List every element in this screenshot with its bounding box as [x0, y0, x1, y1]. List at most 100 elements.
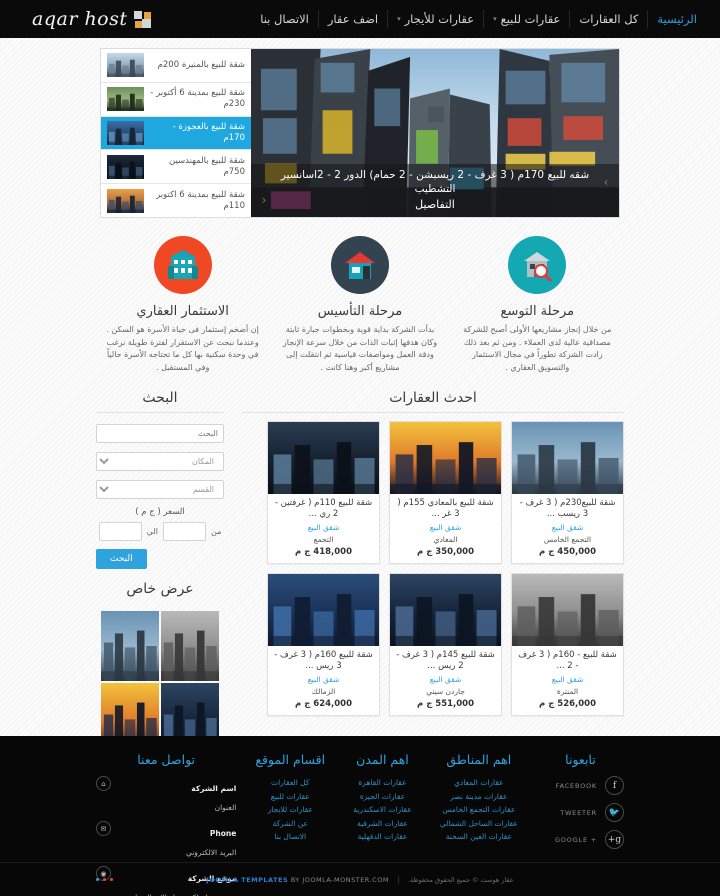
slide-details-link[interactable]: التفاصيل — [273, 198, 597, 212]
footer-bottom-bar: عقار هوست © جميع الحقوق محفوظة. JOOMLA T… — [0, 862, 720, 896]
section-select[interactable]: القسم — [96, 480, 224, 499]
special-offer-image[interactable] — [101, 611, 159, 681]
slider-list-item-label: شقة للبيع بالمهندسين 750م — [168, 155, 245, 177]
feature-block-3: الاستثمار العقاري إن أضخم إستثمار فى حيا… — [96, 236, 269, 374]
footer-social-row[interactable]: f FACEBOOK — [537, 776, 624, 795]
footer-city-link[interactable]: عقارات الدقهلية — [344, 830, 421, 844]
feature-block-2: مرحلة التأسيس بدأت الشركة بداية قوية وبخ… — [273, 236, 446, 374]
property-card[interactable]: شقة للبيع 110م ( غرفتين - 2 ري ... شقق ا… — [267, 421, 380, 564]
footer-city-link[interactable]: عقارات الاسكندرية — [344, 803, 421, 817]
slider-main-slide[interactable]: › ‹ شقه للبيع 170م ( 3 غرف - 2 ريسبشن - … — [251, 49, 619, 217]
footer-area-link[interactable]: عقارات المعادي — [431, 776, 527, 790]
property-card-image — [512, 422, 623, 494]
property-card[interactable]: شقة للبيع230م ( 3 غرف - 3 ريسب ... شقق ا… — [511, 421, 624, 564]
footer-follow-heading: تابعونا — [565, 752, 596, 767]
nav-item-1[interactable]: الرئيسية — [647, 10, 706, 28]
site-logo[interactable]: aqar host — [14, 8, 151, 30]
footer-section-link[interactable]: كل العقارات — [246, 776, 334, 790]
property-card-grid: شقة للبيع230م ( 3 غرف - 3 ريسب ... شقق ا… — [242, 421, 624, 716]
slide-caption-title: شقه للبيع 170م ( 3 غرف - 2 ريسبشن - 2 حم… — [280, 169, 590, 195]
property-card[interactable]: شقة للبيع 145م ( 3 غرف - 2 ريس ... شقق ا… — [389, 573, 502, 716]
facebook-icon[interactable]: f — [605, 776, 624, 795]
property-card[interactable]: شقة للبيع بالمعادي 155م ( 3 غر ... شقق ا… — [389, 421, 502, 564]
joomla-credit[interactable]: JOOMLA TEMPLATES BY JOOMLA-MONSTER.COM — [206, 875, 399, 884]
property-card-name: شقة للبيع230م ( 3 غرف - 3 ريسب ... — [519, 498, 616, 519]
home-icon: ⌂ — [95, 776, 111, 791]
footer-social-row[interactable]: 🐦 TWEETER — [537, 803, 624, 822]
mail-icon: ✉ — [95, 821, 111, 836]
price-from-label: من — [210, 527, 222, 536]
nav-item-5[interactable]: اضف عقار — [317, 10, 387, 28]
slider-list-item[interactable]: شقة للبيع بالمنيرة 200م — [101, 49, 251, 83]
slider-list-thumb-image — [107, 188, 144, 213]
footer-area-link[interactable]: عقارات مدينة نصر — [431, 790, 527, 804]
property-card-price: 350,000 ج م — [417, 547, 474, 557]
footer-dot — [110, 878, 113, 881]
property-card-type[interactable]: شقق البيع — [273, 523, 374, 532]
feature-icon-circle — [153, 236, 212, 294]
footer-contact-row: Phone البريد الالكتروني ✉ — [95, 821, 236, 859]
twitter-icon[interactable]: 🐦 — [605, 803, 624, 822]
feature-block-1: مرحلة التوسع من خلال إنجاز مشاريعها الأو… — [451, 236, 624, 374]
nav-item-label: الاتصال بنا — [260, 12, 309, 26]
slider-list-item[interactable]: شقة للبيع بمدينة 6 اكتوبر 110م — [101, 184, 251, 217]
footer-area-link[interactable]: عقارات الساحل الشمالي — [431, 817, 527, 831]
property-card-body: شقة للبيع 160م ( 3 غرف - 3 ريس ... شقق ا… — [268, 646, 379, 715]
property-card-type[interactable]: شقق البيع — [517, 523, 618, 532]
place-select[interactable]: المكان — [96, 452, 224, 471]
footer-city-link[interactable]: عقارات الشرقية — [344, 817, 421, 831]
property-card-price: 450,000 ج م — [539, 547, 596, 557]
property-card-type[interactable]: شقق البيع — [517, 675, 618, 684]
price-to-input[interactable] — [98, 522, 142, 541]
property-card-body: شقة للبيع - 160م ( 3 غرف - 2 ... شقق الب… — [512, 646, 623, 715]
slider-list-thumb-image — [107, 154, 144, 179]
nav-item-4[interactable]: عقارات للأيجار ▾ — [387, 10, 483, 28]
footer-city-link[interactable]: عقارات الجيزة — [344, 790, 421, 804]
property-card-price: 418,000 ج م — [295, 547, 352, 557]
googleplus-icon[interactable]: g+ — [605, 830, 624, 849]
slider-list-item[interactable]: شقة للبيع بمدينة 6 أكتوبر - 230م — [101, 83, 251, 117]
price-to-label: الي — [146, 527, 158, 536]
nav-item-3[interactable]: عقارات للبيع ▾ — [483, 10, 569, 28]
property-card-image — [390, 574, 501, 646]
property-card-price: 526,000 ج م — [539, 699, 596, 709]
building-icon — [167, 250, 198, 279]
features-section: مرحلة التوسع من خلال إنجاز مشاريعها الأو… — [0, 218, 720, 386]
property-card-type[interactable]: شقق البيع — [395, 523, 496, 532]
price-from-input[interactable] — [162, 522, 206, 541]
footer-area-link[interactable]: عقارات العين السخنة — [431, 830, 527, 844]
property-card[interactable]: شقة للبيع 160م ( 3 غرف - 3 ريس ... شقق ا… — [267, 573, 380, 716]
footer-cities-heading: اهم المدن — [356, 752, 409, 767]
nav-item-6[interactable]: الاتصال بنا — [251, 10, 318, 28]
chevron-down-icon: ▾ — [397, 15, 401, 23]
property-card-name: شقة للبيع 110م ( غرفتين - 2 ري ... — [274, 498, 373, 519]
footer-city-link[interactable]: عقارات القاهرة — [344, 776, 421, 790]
footer-section-link[interactable]: عقارات للايجار — [246, 803, 334, 817]
footer-section-link[interactable]: الاتصال بنا — [246, 830, 334, 844]
footer-section-link[interactable]: عن الشركة — [246, 817, 334, 831]
footer-sections-list: كل العقارات عقارات للبيع عقارات للايجار عن … — [246, 776, 334, 844]
slider-list-item[interactable]: شقة للبيع بالعجوزة - 170م — [101, 116, 251, 151]
property-card-name: شقة للبيع بالمعادي 155م ( 3 غر ... — [397, 498, 494, 519]
property-card-type[interactable]: شقق البيع — [395, 675, 496, 684]
special-offer-image[interactable] — [161, 611, 219, 681]
footer-social-row[interactable]: g+ GOOGLE + — [537, 830, 624, 849]
search-button[interactable]: البحث — [96, 549, 147, 569]
property-card-type[interactable]: شقق البيع — [273, 675, 374, 684]
footer-contact-text: Phone البريد الالكتروني — [117, 821, 236, 859]
hero-slider-section: › ‹ شقه للبيع 170م ( 3 غرف - 2 ريسبشن - … — [0, 38, 720, 218]
property-card-location: الزمالك — [311, 687, 336, 696]
footer-area-link[interactable]: عقارات التجمع الخامس — [431, 803, 527, 817]
property-card[interactable]: شقة للبيع - 160م ( 3 غرف - 2 ... شقق الب… — [511, 573, 624, 716]
property-card-price: 624,000 ج م — [295, 699, 352, 709]
property-card-body: شقة للبيع230م ( 3 غرف - 3 ريسب ... شقق ا… — [512, 494, 623, 563]
slider-list-thumb-image — [107, 53, 144, 78]
special-offer-title: عرض خاص — [126, 581, 194, 597]
property-card-body: شقة للبيع 110م ( غرفتين - 2 ري ... شقق ا… — [268, 494, 379, 563]
property-card-location: المنترة — [556, 687, 579, 696]
slider-list-item-label: شقة للبيع بالمنيرة 200م — [157, 59, 245, 70]
nav-item-2[interactable]: كل العقارات — [569, 10, 647, 28]
slider-list-item[interactable]: شقة للبيع بالمهندسين 750م — [101, 150, 251, 185]
search-input[interactable] — [96, 424, 224, 443]
footer-section-link[interactable]: عقارات للبيع — [246, 790, 334, 804]
